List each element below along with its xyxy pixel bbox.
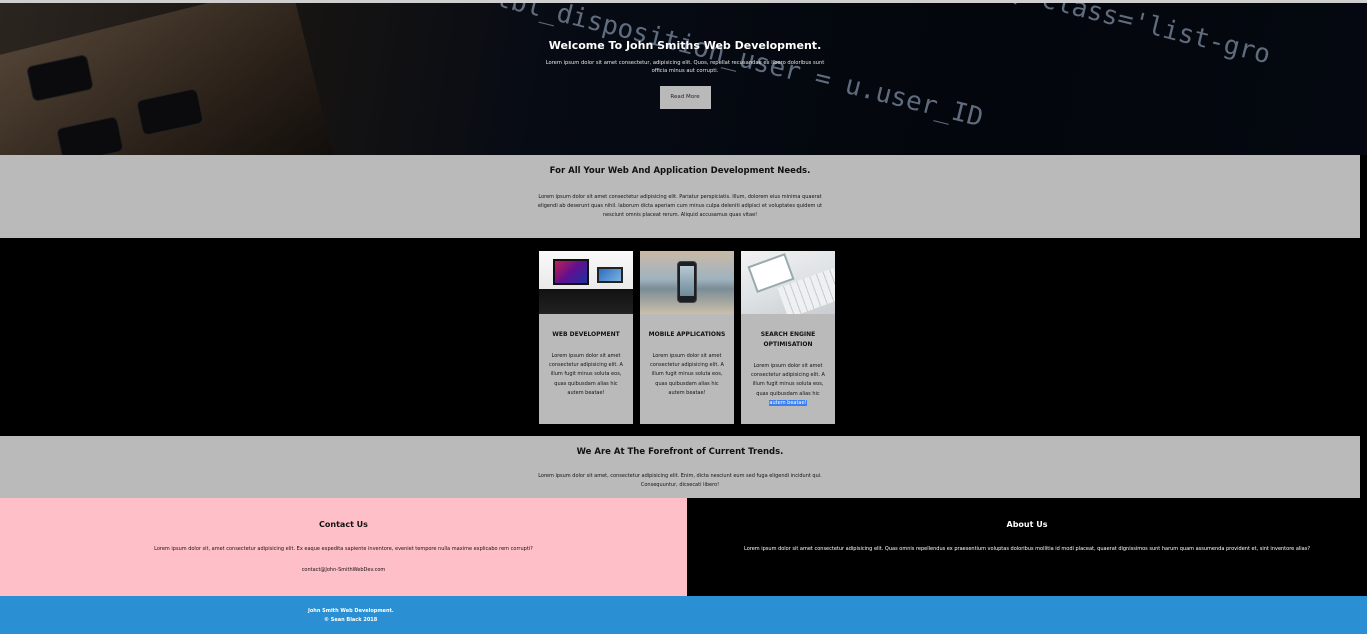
- contact-text: Lorem ipsum dolor sit, amet consectetur …: [154, 546, 533, 552]
- service-card-mobile[interactable]: MOBILE APPLICATIONS Lorem ipsum dolor si…: [640, 251, 734, 424]
- service-card-seo[interactable]: SEARCH ENGINE OPTIMISATION Lorem ipsum d…: [741, 251, 835, 424]
- service-title: SEARCH ENGINE OPTIMISATION: [760, 331, 816, 348]
- trends-text: Lorem ipsum dolor sit amet, consectetur …: [538, 473, 822, 488]
- contact-email-link[interactable]: contact@John-SmithWebDev.com: [0, 567, 687, 573]
- hero-title: Welcome To John Smiths Web Development.: [548, 39, 822, 52]
- trends-section: We Are At The Forefront of Current Trend…: [0, 436, 1360, 498]
- monitor-shape: [553, 259, 589, 285]
- phone-shape: [677, 261, 697, 303]
- trends-title: We Are At The Forefront of Current Trend…: [576, 447, 784, 457]
- service-title: MOBILE APPLICATIONS: [648, 331, 726, 338]
- intro-section: For All Your Web And Application Develop…: [0, 155, 1360, 238]
- laptop-shape: [597, 267, 623, 283]
- selected-text: autem beatae!: [769, 399, 807, 406]
- keyboard-tablet-image: [741, 251, 835, 314]
- service-text: Lorem ipsum dolor sit amet consectetur a…: [549, 353, 623, 396]
- about-text: Lorem ipsum dolor sit amet consectetur a…: [744, 546, 1310, 552]
- contact-title: Contact Us: [319, 520, 368, 529]
- hero-banner: tbl_disposition_user = u.user_ID ", clas…: [0, 0, 1367, 155]
- service-text: Lorem ipsum dolor sit amet consectetur a…: [751, 363, 825, 406]
- services-section: WEB DEVELOPMENT Lorem ipsum dolor sit am…: [0, 238, 1367, 436]
- phone-in-hand-image: [640, 251, 734, 314]
- desk-computers-image: [539, 251, 633, 314]
- intro-text: Lorem ipsum dolor sit amet consectetur a…: [537, 194, 823, 218]
- service-card-web[interactable]: WEB DEVELOPMENT Lorem ipsum dolor sit am…: [539, 251, 633, 424]
- footer: John Smith Web Development. © Sean Black…: [0, 596, 1367, 634]
- about-title: About Us: [1006, 520, 1048, 529]
- hero-content: Welcome To John Smiths Web Development. …: [540, 39, 830, 109]
- about-section: About Us Lorem ipsum dolor sit amet cons…: [687, 498, 1367, 596]
- footer-company: John Smith Web Development.: [308, 608, 394, 614]
- contact-section: Contact Us Lorem ipsum dolor sit, amet c…: [0, 498, 687, 596]
- hero-text: Lorem ipsum dolor sit amet consectetur, …: [545, 60, 825, 74]
- service-title: WEB DEVELOPMENT: [552, 331, 620, 338]
- code-background-text: ", class='list-gro: [992, 0, 1274, 71]
- intro-title: For All Your Web And Application Develop…: [549, 166, 811, 176]
- footer-copyright: © Sean Black 2018: [324, 617, 378, 623]
- service-text: Lorem ipsum dolor sit amet consectetur a…: [650, 353, 724, 396]
- read-more-button[interactable]: Read More: [659, 86, 711, 109]
